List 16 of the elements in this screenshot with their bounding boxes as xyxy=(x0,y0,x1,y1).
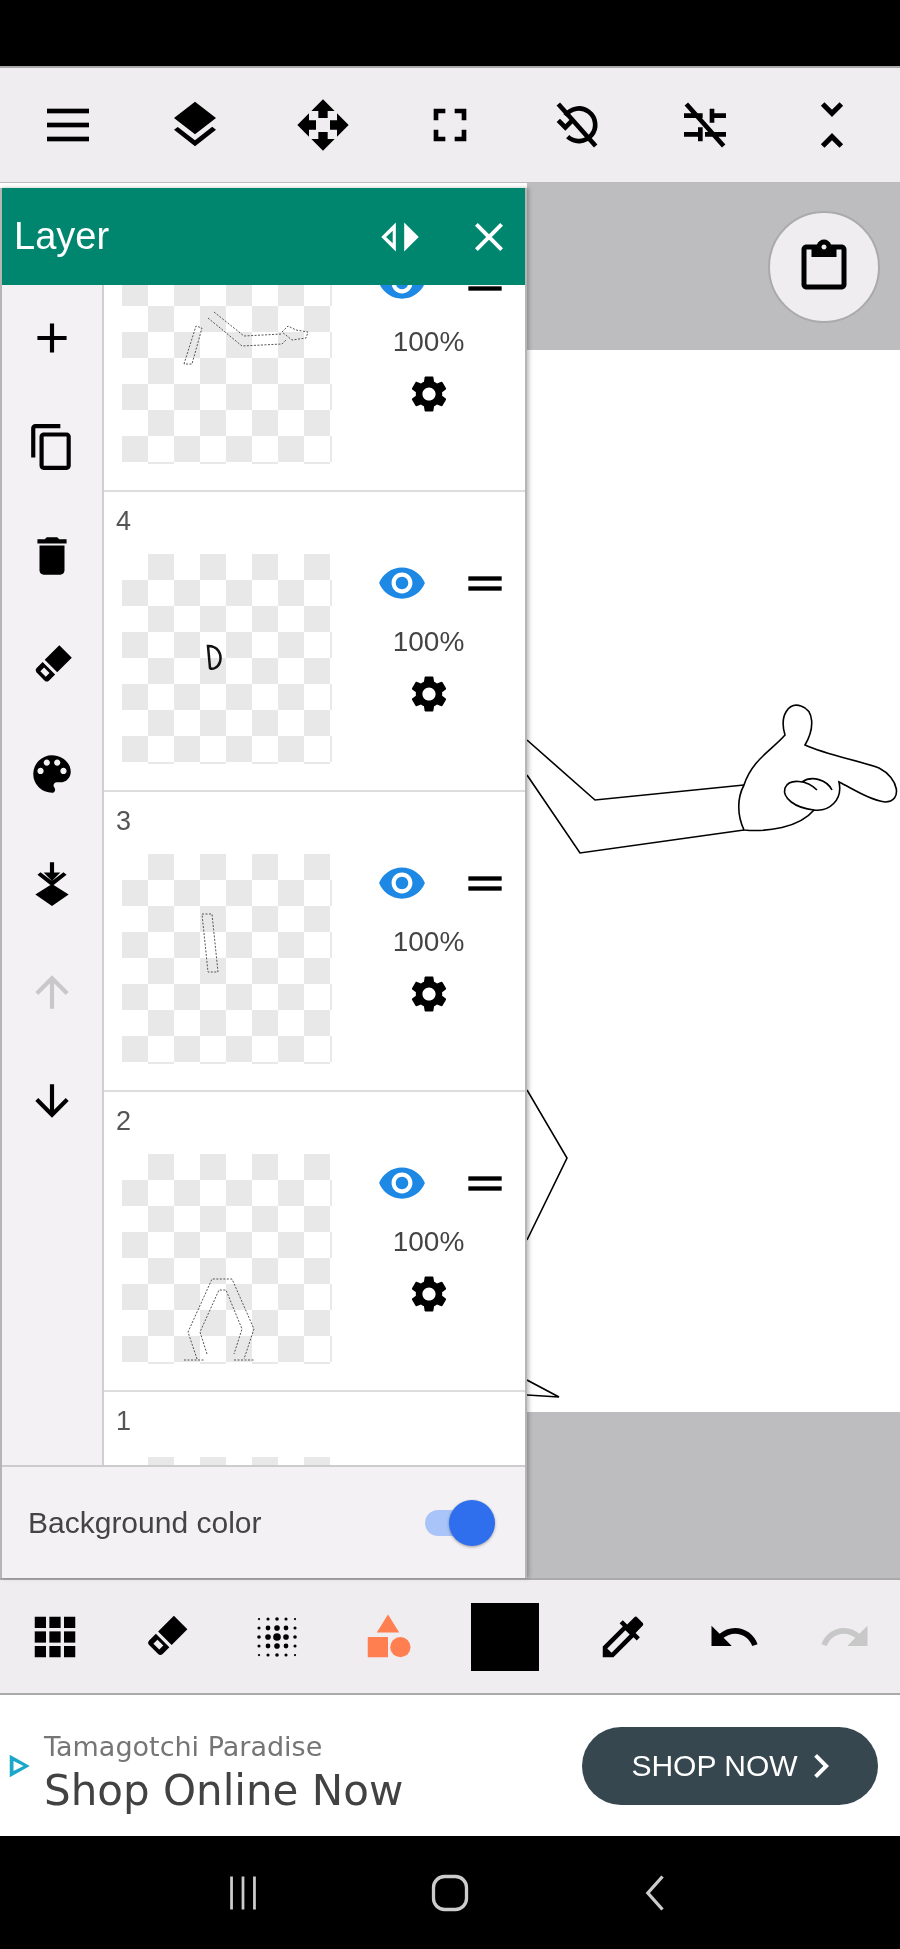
opacity-value: 100% xyxy=(392,926,465,958)
chevron-right-icon xyxy=(813,1753,829,1778)
ad-brand: Tamagotchi Paradise xyxy=(44,1730,324,1762)
ad-headline[interactable]: Shop Online Now xyxy=(44,1765,574,1815)
layer-number: 4 xyxy=(116,506,133,538)
shop-now-button[interactable]: SHOP NOW xyxy=(582,1726,878,1805)
layer-number: 3 xyxy=(116,806,133,838)
panel-title: Layer xyxy=(14,215,111,258)
layer-number: 2 xyxy=(116,1106,133,1138)
layer-thumbnail[interactable] xyxy=(122,285,332,464)
opacity-value: 100% xyxy=(392,1226,465,1258)
color-swatch[interactable] xyxy=(471,1602,540,1671)
opacity-value: 100% xyxy=(392,626,465,658)
layer-number: 1 xyxy=(116,1406,133,1438)
background-color-label: Background color xyxy=(28,1505,262,1540)
opacity-value: 100% xyxy=(392,326,465,358)
